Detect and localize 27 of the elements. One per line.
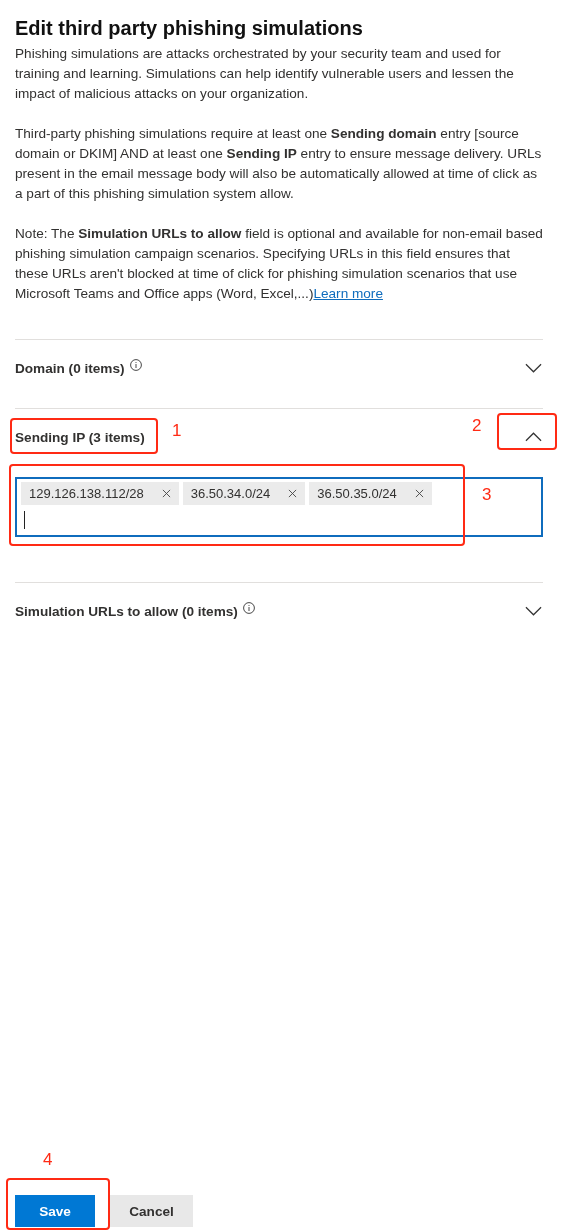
cancel-button[interactable]: Cancel [110, 1195, 193, 1227]
ip-tag: 36.50.34.0/24 [182, 482, 306, 505]
annotation-number: 2 [472, 416, 482, 436]
annotation-box [497, 413, 557, 450]
section-header[interactable]: Sending IP (3 items) [15, 429, 145, 445]
section-header[interactable]: Domain (0 items) [15, 360, 125, 376]
save-button[interactable]: Save [15, 1195, 95, 1227]
expand-chevron-icon[interactable] [525, 363, 542, 373]
description-paragraph: Note: The Simulation URLs to allow field is optional and available for non-email based phishing simulation campaign scenarios. Specifying URLs in this field ensures that these URLs aren't blocked at time of click for phishing simulation scenarios that use Microsoft Teams and Office apps (Word, Excel,...)Learn more [15, 225, 543, 303]
description-paragraph: Third-party phishing simulations require at least one Sending domain entry [source domain or DKIM] AND at least one Sending IP entry to ensure message delivery. URLs present in the email message body will also be automatically allowed at time of click as a part of this phishing simulation system allow. [15, 125, 543, 203]
remove-icon[interactable] [161, 489, 171, 498]
collapse-chevron-icon[interactable] [525, 432, 542, 442]
text-cursor [24, 511, 25, 529]
annotation-number: 3 [482, 485, 492, 505]
panel-title: Edit third party phishing simulations [15, 16, 364, 40]
annotation-number: 4 [43, 1150, 53, 1170]
remove-icon[interactable] [414, 489, 424, 498]
ip-tag: 129.126.138.112/28 [21, 482, 179, 505]
annotation-number: 1 [172, 421, 182, 441]
section-header[interactable]: Simulation URLs to allow (0 items) [15, 603, 238, 619]
info-icon[interactable] [242, 602, 255, 614]
description-paragraph: Phishing simulations are attacks orchestrated by your security team and used for training and learning. Simulations can help identify vulnerable users and lessen the impact of malicious attacks on your organization. [15, 45, 515, 103]
info-icon[interactable] [129, 359, 142, 371]
learn-more-link[interactable]: Learn more [313, 286, 383, 301]
ip-tag: 36.50.35.0/24 [309, 482, 432, 505]
expand-chevron-icon[interactable] [525, 606, 542, 616]
remove-icon[interactable] [288, 489, 298, 498]
